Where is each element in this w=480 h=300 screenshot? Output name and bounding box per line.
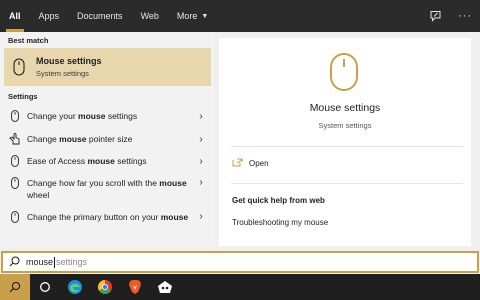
- settings-result-label: Ease of Access mouse settings: [27, 156, 147, 166]
- taskbar-search-button[interactable]: [0, 274, 30, 300]
- open-label: Open: [249, 159, 269, 168]
- search-autocomplete: settings: [56, 257, 88, 267]
- best-match-title: Mouse settings: [36, 56, 102, 66]
- tab-apps[interactable]: Apps: [30, 0, 69, 32]
- troubleshooting-link[interactable]: Troubleshooting my mouse: [232, 218, 328, 227]
- settings-result-item[interactable]: Change how far you scroll with the mouse…: [0, 172, 214, 206]
- preview-title: Mouse settings: [309, 102, 381, 114]
- preview-pane: Mouse settings System settings Open Get …: [219, 38, 471, 246]
- tab-label: All: [9, 11, 21, 21]
- settings-heading: Settings: [8, 91, 38, 101]
- preview-subtitle: System settings: [318, 121, 372, 130]
- tab-all[interactable]: All: [0, 0, 30, 32]
- mouse-icon: [329, 52, 359, 94]
- settings-result-item[interactable]: Change your mouse settings ›: [0, 104, 214, 128]
- settings-result-label: Change your mouse settings: [27, 111, 138, 121]
- mouse-icon: [8, 211, 22, 223]
- tab-documents[interactable]: Documents: [68, 0, 132, 32]
- quick-help-heading: Get quick help from web: [232, 196, 325, 205]
- divider: [231, 183, 463, 184]
- tab-web[interactable]: Web: [132, 0, 168, 32]
- feedback-icon[interactable]: [429, 10, 442, 23]
- chevron-right-icon[interactable]: ›: [196, 156, 206, 167]
- brave-icon[interactable]: [120, 274, 150, 300]
- mouse-icon: [8, 110, 22, 122]
- settings-result-label: Change how far you scroll with the mouse…: [27, 178, 187, 200]
- chevron-right-icon[interactable]: ›: [196, 211, 206, 222]
- settings-result-label: Change the primary button on your mouse: [27, 212, 189, 222]
- settings-result-item[interactable]: Ease of Access mouse settings ›: [0, 150, 214, 172]
- settings-result-item[interactable]: Change the primary button on your mouse …: [0, 206, 214, 240]
- tab-label: More: [176, 11, 198, 21]
- taskbar: [0, 274, 480, 300]
- search-scope-tabs: All Apps Documents Web More ▼ ···: [0, 0, 480, 32]
- results-list: Best match Mouse settings System setting…: [0, 32, 214, 246]
- cortana-icon[interactable]: [30, 274, 60, 300]
- mouse-icon: [8, 155, 22, 167]
- settings-result-label: Change mouse pointer size: [27, 134, 133, 144]
- tab-label: Documents: [77, 11, 123, 21]
- search-box[interactable]: mouse settings: [1, 251, 479, 273]
- search-icon: [9, 256, 20, 269]
- mouse-icon: [10, 55, 28, 79]
- more-options-icon[interactable]: ···: [458, 10, 472, 22]
- chrome-icon[interactable]: [90, 274, 120, 300]
- best-match-heading: Best match: [8, 35, 49, 45]
- pointer-hand-icon: [8, 133, 22, 145]
- settings-result-item[interactable]: Change mouse pointer size ›: [0, 128, 214, 150]
- mouse-icon: [8, 177, 22, 189]
- divider: [231, 146, 463, 147]
- tab-label: Apps: [38, 11, 60, 21]
- chevron-right-icon[interactable]: ›: [196, 177, 206, 188]
- edge-icon[interactable]: [60, 274, 90, 300]
- best-match-subtitle: System settings: [36, 69, 89, 78]
- tab-more[interactable]: More ▼: [168, 0, 217, 32]
- open-icon: [232, 158, 243, 169]
- chevron-right-icon[interactable]: ›: [196, 111, 206, 122]
- search-query: mouse: [26, 257, 54, 267]
- open-action[interactable]: Open: [232, 158, 269, 169]
- app-icon[interactable]: [150, 274, 180, 300]
- chevron-right-icon[interactable]: ›: [196, 134, 206, 145]
- best-match-result[interactable]: Mouse settings System settings: [4, 48, 211, 86]
- chevron-down-icon: ▼: [201, 12, 209, 20]
- text-cursor: [54, 256, 56, 268]
- tab-label: Web: [140, 11, 159, 21]
